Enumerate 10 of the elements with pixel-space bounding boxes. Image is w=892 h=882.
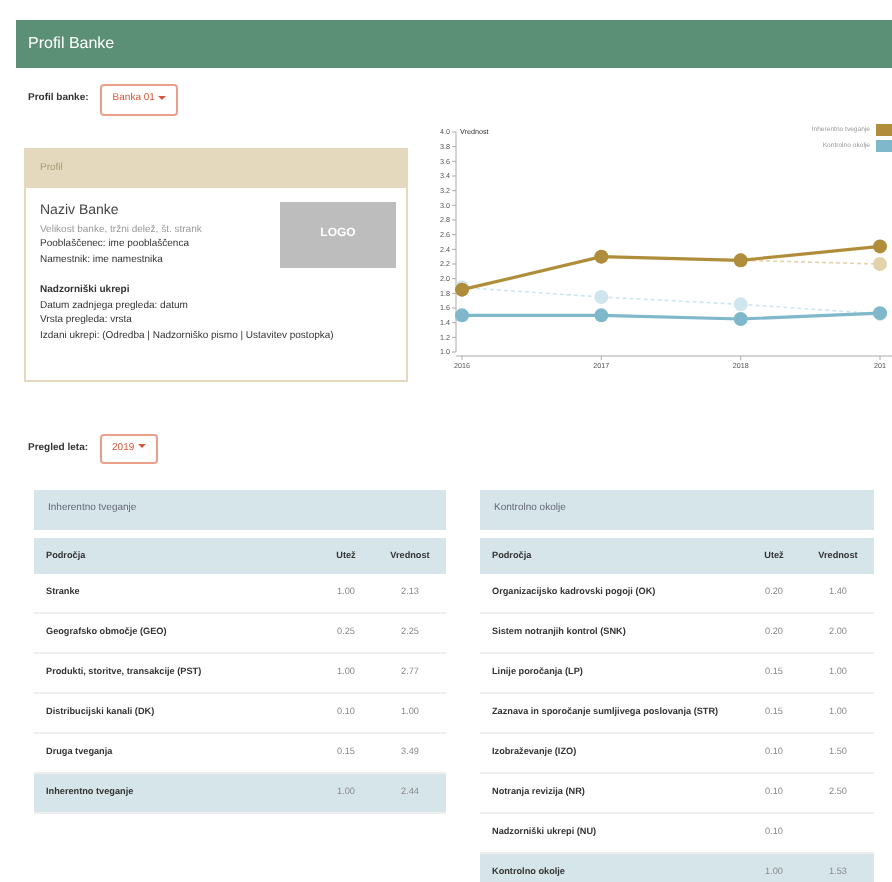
page-title: Profil Banke [16, 20, 892, 68]
point [733, 296, 748, 311]
legend-swatch [876, 123, 892, 135]
point [733, 311, 748, 325]
legend-swatch [876, 139, 892, 151]
point [594, 289, 609, 303]
point [594, 307, 609, 322]
point [873, 256, 887, 270]
point [455, 307, 469, 322]
point [873, 238, 887, 253]
